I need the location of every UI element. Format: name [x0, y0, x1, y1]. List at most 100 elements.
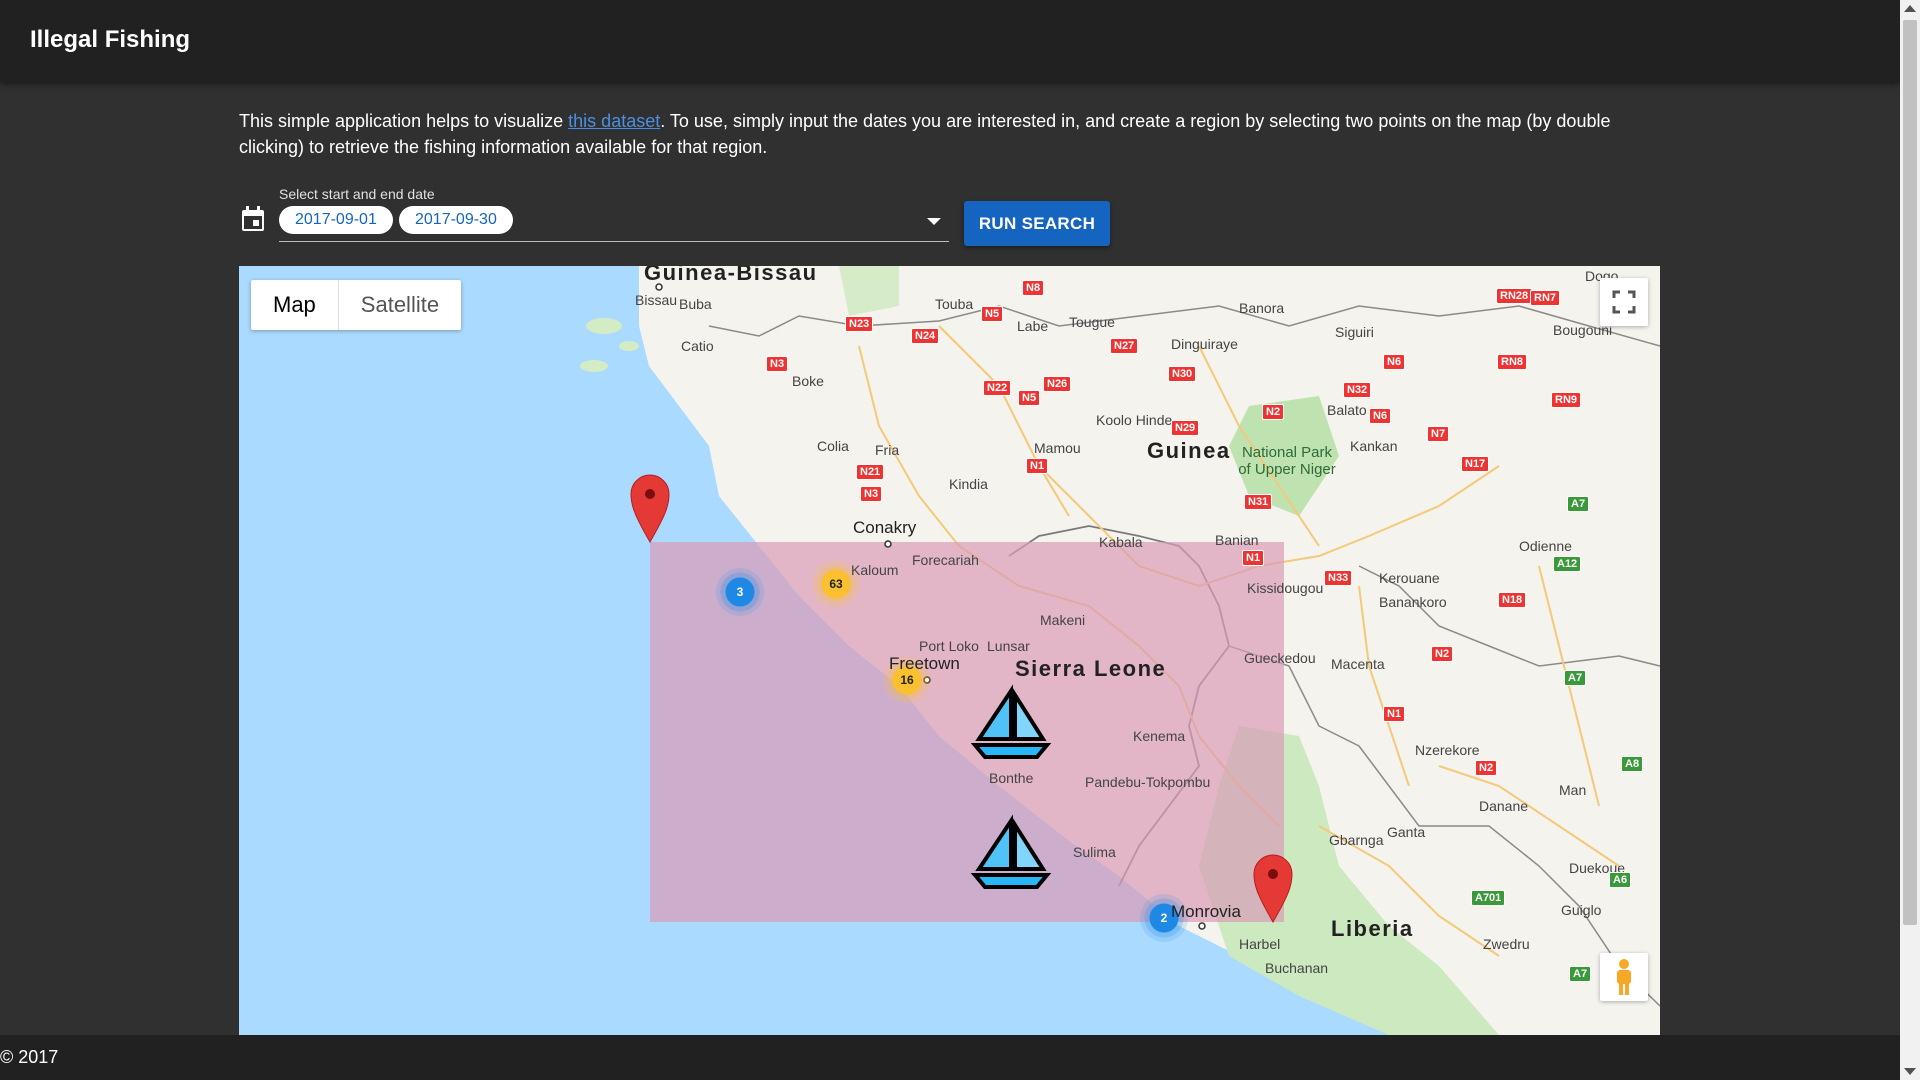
map-label-city: Labe — [1017, 318, 1049, 334]
date-range-field[interactable]: Select start and end date 2017-09-01 201… — [279, 186, 949, 242]
road-shield: N26 — [1043, 376, 1072, 392]
road-shield: N22 — [983, 380, 1012, 396]
map-label-city: Kindia — [949, 476, 988, 492]
map-label-city: Lunsar — [987, 638, 1030, 654]
road-shield: RN28 — [1496, 288, 1533, 304]
intro-text: This simple application helps to visuali… — [239, 108, 1659, 160]
road-shield: A7 — [1569, 966, 1592, 982]
map-label-city: Banian — [1215, 532, 1259, 548]
map-label-country: Liberia — [1331, 916, 1414, 941]
road-shield: RN9 — [1551, 392, 1582, 408]
scrollbar-thumb[interactable] — [1903, 20, 1917, 925]
scroll-down-arrow-icon[interactable] — [1904, 1068, 1916, 1075]
map-label-city: Harbel — [1239, 936, 1281, 952]
map-label-city: Guiglo — [1561, 902, 1602, 918]
map-label-city: Kissidougou — [1247, 580, 1324, 596]
page-scrollbar[interactable] — [1900, 0, 1920, 1080]
fullscreen-icon — [1612, 290, 1636, 314]
road-shield: N3 — [860, 486, 883, 502]
map-label-city: Port Loko — [919, 638, 979, 654]
date-range-bar: Select start and end date 2017-09-01 201… — [239, 186, 1110, 246]
map-label-city: Forecariah — [912, 552, 979, 568]
road-shield: N27 — [1110, 338, 1139, 354]
intro-before: This simple application helps to visuali… — [239, 111, 569, 131]
road-shield: N32 — [1343, 382, 1372, 398]
road-shield: N24 — [911, 328, 940, 344]
footer: © 2017 — [0, 1035, 1900, 1080]
road-shield: N2 — [1475, 760, 1498, 776]
road-shield: N5 — [981, 306, 1004, 322]
map-label-city: Banankoro — [1379, 594, 1447, 610]
map-label-city: Man — [1559, 782, 1587, 798]
map-label-city: Kaloum — [851, 562, 899, 578]
map-label-city: Kerouane — [1379, 570, 1440, 586]
road-shield: RN8 — [1497, 354, 1528, 370]
map-label-city: Macenta — [1331, 656, 1385, 672]
map-label-city: Monrovia — [1171, 902, 1241, 921]
map-label-city: Balato — [1327, 402, 1367, 418]
map-label-city: Zwedru — [1483, 936, 1530, 952]
end-date-chip[interactable]: 2017-09-30 — [399, 206, 513, 234]
map-label-city: Makeni — [1040, 612, 1086, 628]
calendar-icon[interactable] — [241, 206, 265, 232]
map-label-city: Danane — [1479, 798, 1529, 814]
road-shield: N2 — [1431, 646, 1454, 662]
road-shield: N1 — [1026, 458, 1049, 474]
road-shield: N1 — [1383, 706, 1406, 722]
map-label-city: Buchanan — [1265, 960, 1329, 976]
road-shield: A701 — [1471, 890, 1506, 906]
road-shield: N23 — [845, 316, 874, 332]
road-shield: N1 — [1242, 550, 1265, 566]
map-label-city: Siguiri — [1335, 324, 1374, 340]
map-type-control: Map Satellite — [251, 280, 462, 330]
map-type-satellite-button[interactable]: Satellite — [339, 280, 461, 330]
map-label-city: Freetown — [889, 654, 960, 673]
map-label-city: Colia — [817, 438, 849, 454]
map-label-city: Banora — [1239, 300, 1285, 316]
road-shield: N2 — [1262, 404, 1285, 420]
map-label-city: Bonthe — [989, 770, 1034, 786]
chevron-down-icon[interactable] — [927, 218, 941, 225]
map-label-city: Bissau — [635, 292, 678, 308]
road-shield: A7 — [1564, 670, 1587, 686]
road-shield: A8 — [1621, 756, 1644, 772]
map-label-city: Boke — [792, 373, 824, 389]
map-label-city: Sulima — [1073, 844, 1116, 860]
road-shield: N7 — [1427, 426, 1450, 442]
run-search-button[interactable]: RUN SEARCH — [964, 201, 1110, 246]
map-label-city: Gbarnga — [1329, 832, 1384, 848]
road-shield: A6 — [1609, 872, 1632, 888]
map-view[interactable]: 3 63 16 2 Guinea-Bissau Guinea Sierra Le… — [239, 266, 1660, 1035]
map-label-city: Pandebu-Tokpombu — [1085, 774, 1211, 790]
map-label-country: Guinea-Bissau — [644, 266, 818, 285]
scroll-up-arrow-icon[interactable] — [1904, 5, 1916, 12]
road-shield: N33 — [1324, 570, 1353, 586]
road-shield: N6 — [1369, 408, 1392, 424]
map-label-city: Kabala — [1099, 534, 1143, 550]
app-title: Illegal Fishing — [30, 26, 191, 53]
map-label-city: Dinguiraye — [1171, 336, 1238, 352]
dataset-link[interactable]: this dataset — [568, 111, 660, 131]
map-label-city: Gueckedou — [1244, 650, 1316, 666]
road-shield: A7 — [1567, 496, 1590, 512]
road-shield: N5 — [1018, 390, 1041, 406]
map-label-country: Sierra Leone — [1015, 656, 1167, 681]
road-shield: N30 — [1168, 366, 1197, 382]
map-label-city: Ganta — [1387, 824, 1426, 840]
fullscreen-button[interactable] — [1600, 278, 1648, 326]
map-label-country: Guinea — [1147, 438, 1231, 463]
start-date-chip[interactable]: 2017-09-01 — [279, 206, 393, 234]
app-bar: Illegal Fishing — [0, 0, 1900, 82]
map-label-city: Touba — [935, 296, 974, 312]
road-shield: N29 — [1171, 420, 1200, 436]
map-label-city: Odienne — [1519, 538, 1572, 554]
map-label-city: Mamou — [1034, 440, 1081, 456]
map-label-city: Catio — [681, 338, 714, 354]
cluster-marker[interactable]: 3 — [716, 568, 764, 616]
map-type-map-button[interactable]: Map — [251, 280, 339, 330]
road-shield: RN7 — [1530, 290, 1561, 306]
map-label-city: Buba — [679, 296, 712, 312]
copyright-text: © 2017 — [0, 1047, 59, 1067]
street-view-pegman[interactable] — [1600, 953, 1648, 1001]
road-shield: N17 — [1461, 456, 1490, 472]
